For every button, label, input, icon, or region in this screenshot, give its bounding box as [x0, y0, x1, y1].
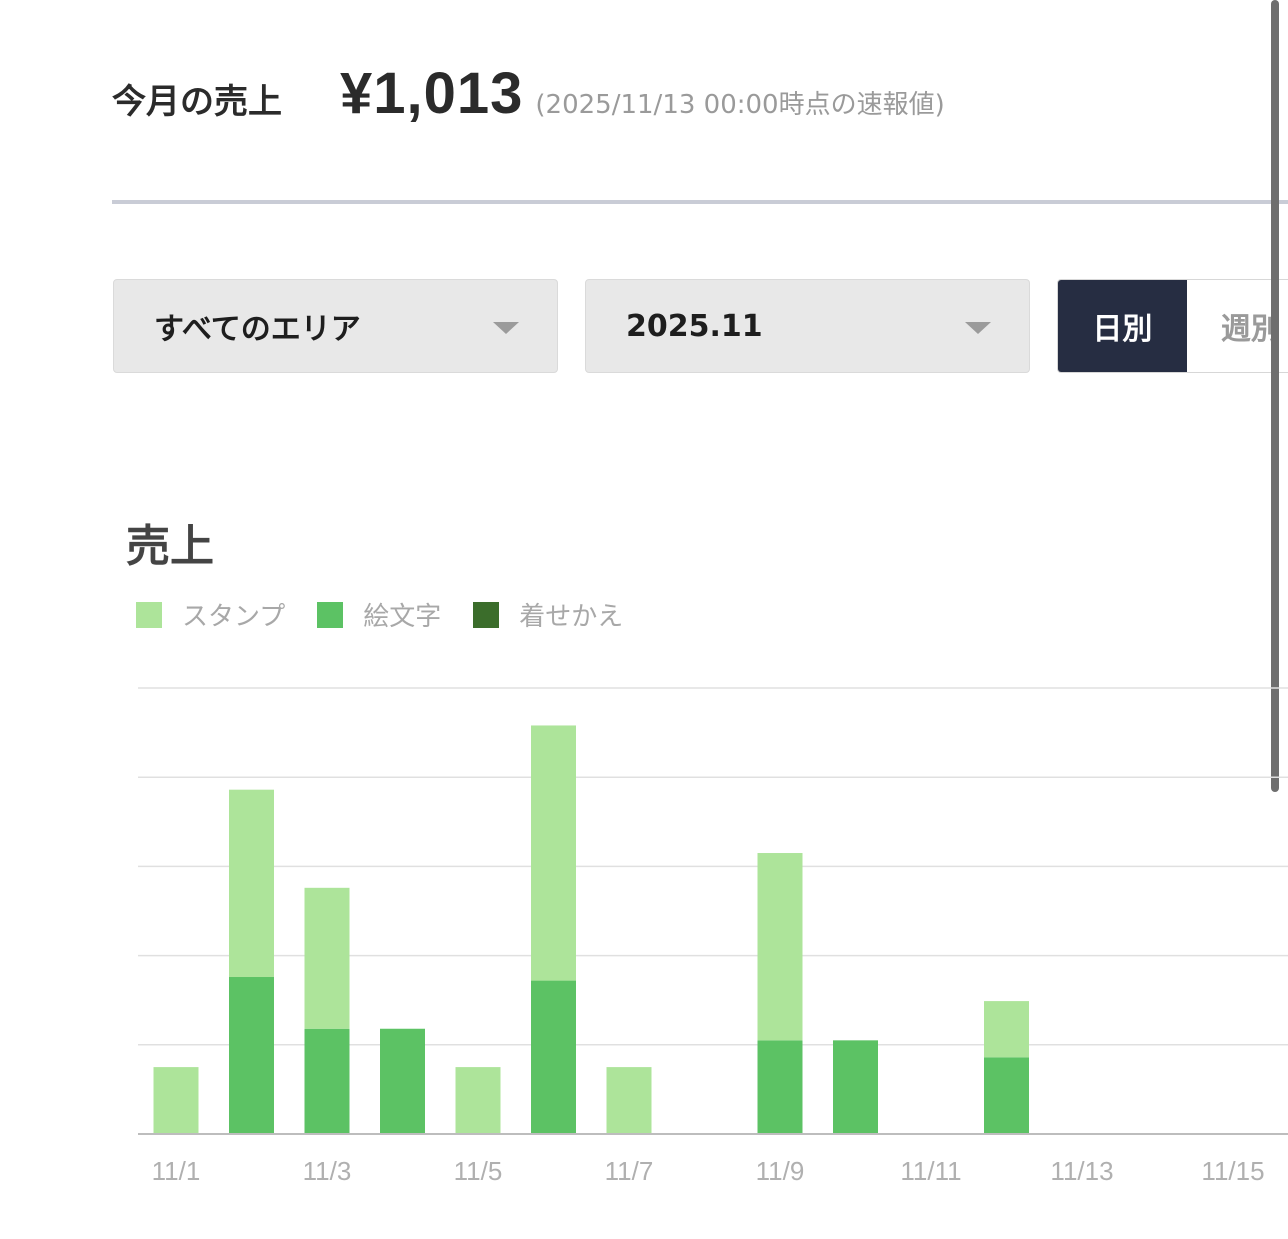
- legend-item-stamp[interactable]: スタンプ: [136, 596, 285, 633]
- legend-swatch-theme: [473, 601, 500, 628]
- monthly-sales-label: 今月の売上: [112, 82, 282, 122]
- bar-11/5: [455, 1067, 501, 1134]
- bar-11/6: [531, 980, 576, 1134]
- legend-label-stamp: スタンプ: [182, 602, 286, 632]
- x-tick-label: 11/7: [605, 1156, 654, 1186]
- chevron-down-icon: [965, 322, 991, 334]
- chevron-down-icon: [493, 322, 519, 334]
- chart-title: 売上: [126, 521, 214, 572]
- legend-swatch-emoji: [317, 601, 344, 628]
- x-tick-label: 11/11: [900, 1156, 961, 1186]
- legend-item-emoji[interactable]: 絵文字: [317, 596, 441, 633]
- month-select-value: 2025.11: [626, 308, 763, 344]
- x-tick-label: 11/15: [1201, 1156, 1264, 1186]
- bar-11/1: [153, 1067, 199, 1134]
- bar-11/3: [304, 1028, 350, 1134]
- period-toggle: 日別 週別: [1057, 279, 1288, 373]
- bar-11/9: [757, 853, 803, 1041]
- sales-page: 今月の売上 ¥1,013 (2025/11/13 00:00時点の速報値) すべ…: [0, 0, 1288, 1239]
- area-select-value: すべてのエリア: [154, 312, 361, 347]
- chart-legend: スタンプ 絵文字 着せかえ: [136, 596, 655, 633]
- bar-11/6: [531, 725, 576, 981]
- bar-11/4: [380, 1028, 425, 1134]
- legend-label-theme: 着せかえ: [519, 602, 624, 632]
- x-tick-label: 11/13: [1050, 1156, 1113, 1186]
- sales-bar-chart: 11/1 11/3 11/5 11/7 11/9 11/11 11/13 11/15: [138, 687, 1288, 1186]
- bar-11/2: [229, 977, 274, 1134]
- bar-11/3: [304, 887, 350, 1029]
- area-select[interactable]: すべてのエリア: [113, 279, 558, 373]
- bar-11/12: [984, 1057, 1029, 1134]
- legend-item-theme[interactable]: 着せかえ: [473, 596, 623, 633]
- bar-11/9: [757, 1040, 803, 1134]
- daily-tab[interactable]: 日別: [1058, 280, 1187, 372]
- monthly-sales-summary: 今月の売上 ¥1,013 (2025/11/13 00:00時点の速報値): [112, 60, 945, 140]
- section-divider: [112, 200, 1288, 204]
- x-tick-label: 11/1: [152, 1156, 201, 1186]
- sales-timestamp-note: (2025/11/13 00:00時点の速報値): [535, 90, 945, 120]
- x-tick-label: 11/3: [303, 1156, 352, 1186]
- bar-11/12: [984, 1001, 1029, 1058]
- legend-label-emoji: 絵文字: [363, 602, 442, 632]
- legend-swatch-stamp: [136, 601, 162, 628]
- x-tick-label: 11/9: [756, 1156, 805, 1186]
- bar-11/2: [229, 789, 274, 978]
- bar-11/7: [606, 1067, 652, 1134]
- bar-11/10: [833, 1040, 878, 1134]
- x-tick-label: 11/5: [454, 1156, 503, 1186]
- monthly-sales-amount: ¥1,013: [340, 61, 524, 126]
- month-select[interactable]: 2025.11: [585, 279, 1030, 373]
